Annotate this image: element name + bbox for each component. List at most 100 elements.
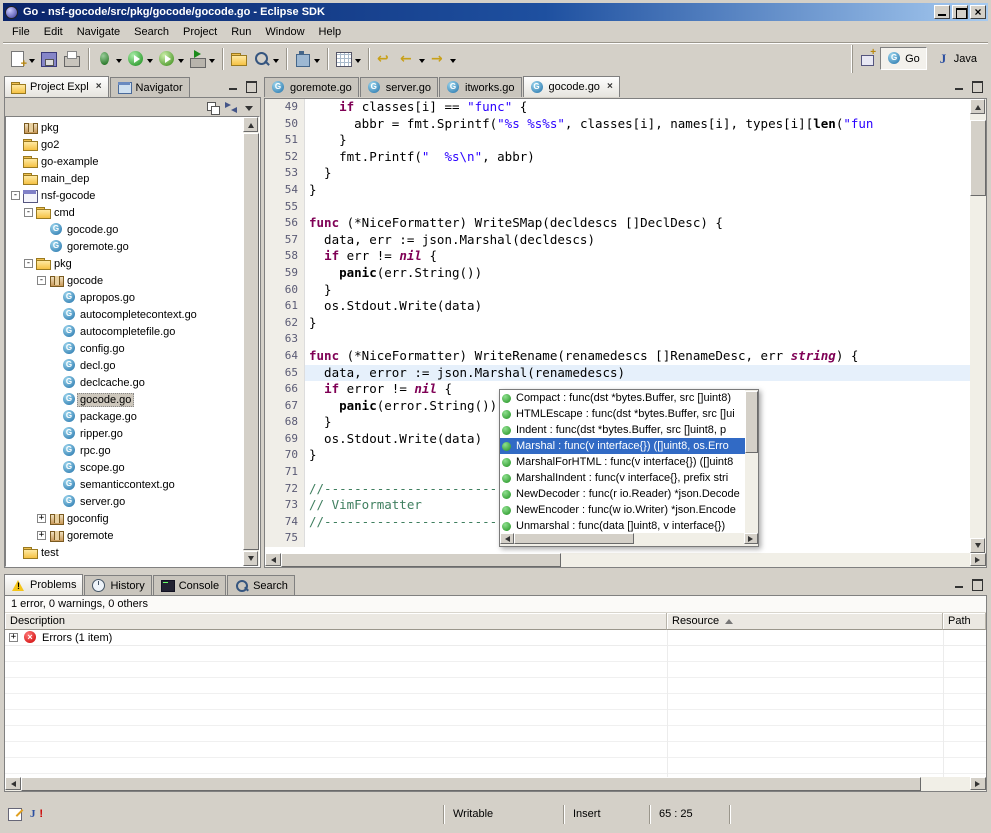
code-line-49[interactable]: 49 if classes[i] == "func" {: [265, 99, 970, 116]
code-line-64[interactable]: 64func (*NiceFormatter) WriteRename(rena…: [265, 348, 970, 365]
line-number[interactable]: 62: [265, 315, 305, 332]
autocomplete-item[interactable]: MarshalIndent : func(v interface{}, pref…: [500, 470, 745, 486]
code-line-60[interactable]: 60 }: [265, 282, 970, 299]
dropdown-arrow-icon[interactable]: [314, 59, 320, 66]
tab-console[interactable]: Console: [153, 575, 226, 595]
fast-view-icon[interactable]: [7, 806, 25, 822]
tree-item-gocode-go[interactable]: gocode.go: [6, 391, 243, 408]
tree-item-pkg[interactable]: pkg: [6, 119, 243, 136]
editor-vertical-scrollbar[interactable]: [970, 99, 986, 553]
tab-navigator[interactable]: Navigator: [110, 77, 190, 97]
minimize-icon[interactable]: [952, 577, 968, 591]
last-edit-location-button[interactable]: [374, 47, 396, 71]
line-number[interactable]: 54: [265, 182, 305, 199]
popup-horizontal-scrollbar[interactable]: [500, 533, 758, 546]
tree-item-semanticcontext-go[interactable]: semanticcontext.go: [6, 476, 243, 493]
problems-row[interactable]: +Errors (1 item): [5, 630, 986, 646]
code-line-59[interactable]: 59 panic(err.String()): [265, 265, 970, 282]
tree-item-apropos-go[interactable]: apropos.go: [6, 289, 243, 306]
autocomplete-item[interactable]: MarshalForHTML : func(v interface{}) ([]…: [500, 454, 745, 470]
open-file-button[interactable]: [228, 47, 250, 71]
line-number[interactable]: 67: [265, 398, 305, 415]
dropdown-arrow-icon[interactable]: [209, 59, 215, 66]
search-button[interactable]: [251, 47, 281, 71]
dropdown-arrow-icon[interactable]: [419, 59, 425, 66]
tab-goremote-go[interactable]: goremote.go: [264, 77, 359, 97]
tree-item-main-dep[interactable]: main_dep: [6, 170, 243, 187]
scroll-right-icon[interactable]: [744, 533, 758, 544]
line-number[interactable]: 73: [265, 497, 305, 514]
scroll-left-icon[interactable]: [500, 533, 514, 544]
tree-item-nsf-gocode[interactable]: -nsf-gocode: [6, 187, 243, 204]
scroll-up-icon[interactable]: [970, 99, 985, 114]
line-number[interactable]: 58: [265, 248, 305, 265]
menu-search[interactable]: Search: [127, 24, 176, 40]
collapse-all-icon[interactable]: [205, 100, 221, 115]
autocomplete-item[interactable]: Unmarshal : func(data []uint8, v interfa…: [500, 518, 745, 533]
line-number[interactable]: 49: [265, 99, 305, 116]
scroll-right-icon[interactable]: [970, 777, 986, 790]
tab-server-go[interactable]: server.go: [360, 77, 438, 97]
code-line-51[interactable]: 51 }: [265, 132, 970, 149]
menu-edit[interactable]: Edit: [37, 24, 70, 40]
tree-item-goremote-go[interactable]: goremote.go: [6, 238, 243, 255]
code-line-65[interactable]: 65 data, error := json.Marshal(renamedes…: [265, 365, 970, 382]
tab-search[interactable]: Search: [227, 575, 295, 595]
new-plugin-button[interactable]: [292, 47, 322, 71]
column-header-description[interactable]: Description: [5, 613, 667, 630]
column-header-resource[interactable]: Resource: [667, 613, 943, 630]
forward-button[interactable]: [428, 47, 458, 71]
autocomplete-item[interactable]: Compact : func(dst *bytes.Buffer, src []…: [500, 390, 745, 406]
minimize-button[interactable]: [934, 5, 950, 19]
line-number[interactable]: 59: [265, 265, 305, 282]
scrollbar-thumb[interactable]: [21, 777, 921, 791]
scrollbar-thumb[interactable]: [745, 391, 758, 453]
tree-item-goconfig[interactable]: +goconfig: [6, 510, 243, 527]
expand-icon[interactable]: +: [9, 633, 18, 642]
tree-item-go-example[interactable]: go-example: [6, 153, 243, 170]
code-line-55[interactable]: 55: [265, 199, 970, 216]
menu-window[interactable]: Window: [258, 24, 311, 40]
collapse-icon[interactable]: -: [37, 276, 46, 285]
external-tools-button[interactable]: [187, 47, 217, 71]
line-number[interactable]: 71: [265, 464, 305, 481]
popup-vertical-scrollbar[interactable]: [745, 390, 758, 533]
print-button[interactable]: [61, 47, 83, 71]
autocomplete-item[interactable]: HTMLEscape : func(dst *bytes.Buffer, src…: [500, 406, 745, 422]
line-number[interactable]: 53: [265, 165, 305, 182]
scroll-right-icon[interactable]: [970, 553, 986, 566]
link-with-editor-icon[interactable]: [223, 100, 239, 115]
line-number[interactable]: 69: [265, 431, 305, 448]
code-line-63[interactable]: 63: [265, 331, 970, 348]
dropdown-arrow-icon[interactable]: [147, 59, 153, 66]
tab-project-expl[interactable]: Project Expl×: [4, 76, 109, 97]
tree-item-package-go[interactable]: package.go: [6, 408, 243, 425]
save-button[interactable]: [38, 47, 60, 71]
tab-itworks-go[interactable]: itworks.go: [439, 77, 522, 97]
dropdown-arrow-icon[interactable]: [273, 59, 279, 66]
close-icon[interactable]: ×: [96, 82, 102, 92]
code-line-58[interactable]: 58 if err != nil {: [265, 248, 970, 265]
close-icon[interactable]: ×: [607, 82, 613, 92]
explorer-scrollbar[interactable]: [243, 117, 259, 566]
tree-item-server-go[interactable]: server.go: [6, 493, 243, 510]
collapse-icon[interactable]: -: [24, 259, 33, 268]
dropdown-arrow-icon[interactable]: [355, 59, 361, 66]
line-number[interactable]: 56: [265, 215, 305, 232]
code-line-62[interactable]: 62}: [265, 315, 970, 332]
dropdown-arrow-icon[interactable]: [450, 59, 456, 66]
line-number[interactable]: 64: [265, 348, 305, 365]
minimize-icon[interactable]: [226, 79, 242, 93]
menu-file[interactable]: File: [5, 24, 37, 40]
tree-item-declcache-go[interactable]: declcache.go: [6, 374, 243, 391]
scroll-left-icon[interactable]: [5, 777, 21, 790]
menu-help[interactable]: Help: [312, 24, 349, 40]
scrollbar-thumb[interactable]: [281, 553, 561, 567]
minimize-icon[interactable]: [952, 79, 968, 93]
line-number[interactable]: 68: [265, 414, 305, 431]
problems-horizontal-scrollbar[interactable]: [5, 777, 986, 791]
tree-item-gocode[interactable]: -gocode: [6, 272, 243, 289]
code-line-52[interactable]: 52 fmt.Printf(" %s\n", abbr): [265, 149, 970, 166]
menu-navigate[interactable]: Navigate: [70, 24, 127, 40]
code-line-50[interactable]: 50 abbr = fmt.Sprintf("%s %s%s", classes…: [265, 116, 970, 133]
